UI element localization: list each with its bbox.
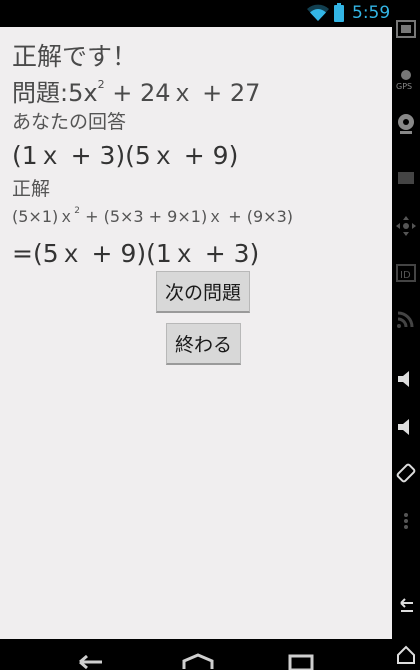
status-bar: 5:59 bbox=[0, 0, 392, 27]
volume-down-icon[interactable] bbox=[395, 416, 417, 438]
gps-icon[interactable]: GPS bbox=[395, 68, 417, 90]
rss-icon[interactable] bbox=[395, 308, 417, 330]
factored-answer: =(5ｘ + 9)(1ｘ + 3) bbox=[12, 239, 260, 268]
your-answer: (1ｘ + 3)(5ｘ + 9) bbox=[12, 141, 239, 170]
wifi-icon bbox=[307, 4, 329, 21]
back-icon[interactable] bbox=[74, 653, 108, 670]
move-icon[interactable] bbox=[395, 215, 417, 237]
navigation-bar bbox=[0, 639, 392, 670]
rotate-icon[interactable] bbox=[395, 462, 417, 484]
result-message: 正解です！ bbox=[12, 42, 138, 71]
correct-answer-label: 正解 bbox=[12, 178, 51, 200]
problem-variable: x bbox=[83, 79, 98, 107]
battery-icon bbox=[334, 3, 344, 22]
app-content: 正解です！ 問題:5x2 + 24ｘ + 27 あなたの回答 (1ｘ + 3)(… bbox=[0, 27, 392, 639]
next-question-button[interactable]: 次の問題 bbox=[156, 271, 250, 313]
home-icon[interactable] bbox=[395, 643, 417, 665]
problem-prefix: 問題: bbox=[12, 79, 69, 107]
expansion-exponent: 2 bbox=[74, 205, 80, 216]
dots-icon[interactable] bbox=[395, 510, 417, 532]
expansion-part2: + (5×3 + 9×1)ｘ + (9×3) bbox=[85, 207, 294, 226]
expansion-part1: (5×1)ｘ bbox=[12, 207, 75, 226]
problem-rest: + 24ｘ + 27 bbox=[112, 79, 261, 107]
volume-up-icon[interactable] bbox=[395, 368, 417, 390]
svg-text:ID: ID bbox=[400, 270, 411, 281]
home-icon[interactable] bbox=[180, 653, 216, 670]
end-button[interactable]: 終わる bbox=[166, 323, 241, 365]
recent-apps-icon[interactable] bbox=[287, 653, 317, 670]
svg-text:GPS: GPS bbox=[396, 82, 412, 90]
problem-text: 問題:5x2 + 24ｘ + 27 bbox=[12, 73, 260, 108]
expansion-steps: (5×1)ｘ2 + (5×3 + 9×1)ｘ + (9×3) bbox=[12, 203, 293, 227]
back-icon[interactable] bbox=[395, 595, 417, 617]
your-answer-label: あなたの回答 bbox=[12, 111, 127, 133]
problem-coef-a: 5 bbox=[68, 79, 84, 107]
signal-icon[interactable] bbox=[395, 18, 417, 40]
problem-exponent: 2 bbox=[97, 78, 105, 91]
emulator-sidebar: GPS ID bbox=[392, 0, 420, 670]
status-clock: 5:59 bbox=[352, 3, 391, 23]
id-icon[interactable]: ID bbox=[395, 262, 417, 284]
camera-icon[interactable] bbox=[395, 165, 417, 187]
webcam-icon[interactable] bbox=[395, 112, 417, 136]
